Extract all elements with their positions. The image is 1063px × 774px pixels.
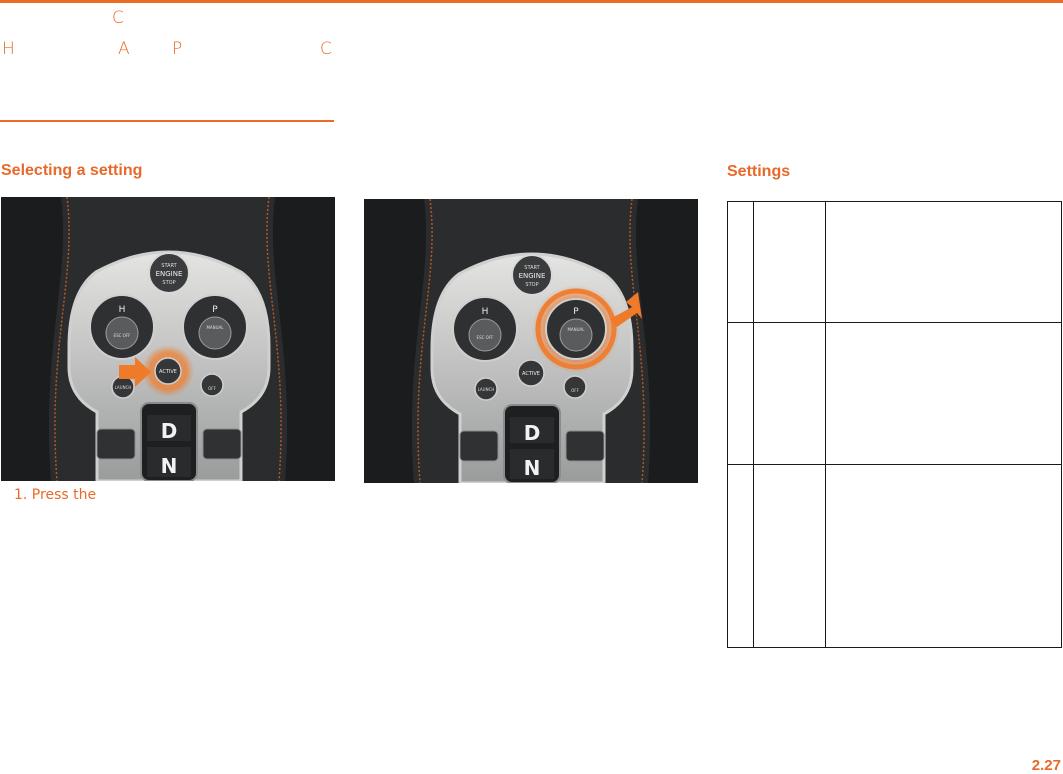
header-glyph: H <box>2 39 15 59</box>
right-dial-letter: P <box>212 305 218 315</box>
header-glyph: C <box>320 39 332 59</box>
left-dial-letter: H <box>119 305 126 315</box>
launch-label: LAUNCH <box>115 385 132 390</box>
console-photo-active: START ENGINE STOP H ESC OFF P MANUAL ACT… <box>1 197 335 481</box>
gear-n-label: N <box>161 454 178 478</box>
page-number: 2.27 <box>1031 757 1061 774</box>
active-label: ACTIVE <box>522 371 540 377</box>
table-row <box>727 464 1062 648</box>
start-bottom-label: STOP <box>525 282 538 288</box>
right-dial-letter: P <box>573 307 579 317</box>
auto-label: OFF <box>571 388 579 393</box>
table-row <box>727 322 1062 465</box>
console-photo-dial: START ENGINE STOP H ESC OFF P MANUAL ACT… <box>364 199 698 483</box>
step-caption: 1. Press the <box>14 487 97 503</box>
table-cell <box>753 201 826 323</box>
gear-d-label: D <box>161 419 178 443</box>
left-dial-label: ESC OFF <box>114 333 132 338</box>
table-cell <box>727 201 754 323</box>
settings-table <box>727 201 1062 648</box>
table-cell <box>727 464 754 648</box>
header-glyph: C <box>112 8 124 28</box>
gear-n-label: N <box>524 456 541 480</box>
table-cell <box>753 322 826 465</box>
table-cell <box>825 464 1062 648</box>
start-main-label: ENGINE <box>519 272 546 280</box>
header-glyph: A <box>118 39 130 59</box>
start-bottom-label: STOP <box>162 280 175 286</box>
auto-label: OFF <box>208 386 216 391</box>
header-rule <box>0 120 334 122</box>
table-row <box>727 201 1062 323</box>
start-top-label: START <box>161 263 177 269</box>
table-cell <box>727 322 754 465</box>
right-dial-label: MANUAL <box>567 327 585 332</box>
right-dial-label: MANUAL <box>206 325 224 330</box>
section-title-selecting: Selecting a setting <box>1 162 143 179</box>
table-cell <box>825 322 1062 465</box>
left-dial-label: ESC OFF <box>477 335 495 340</box>
launch-label: LAUNCH <box>478 387 495 392</box>
top-rule <box>0 0 1063 3</box>
table-cell <box>825 201 1062 323</box>
active-label: ACTIVE <box>159 369 177 375</box>
table-cell <box>753 464 826 648</box>
start-main-label: ENGINE <box>156 270 183 278</box>
left-dial-letter: H <box>482 307 489 317</box>
section-title-settings: Settings <box>727 163 791 180</box>
gear-d-label: D <box>524 421 541 445</box>
header-glyph: P <box>172 39 183 59</box>
start-top-label: START <box>524 265 540 271</box>
